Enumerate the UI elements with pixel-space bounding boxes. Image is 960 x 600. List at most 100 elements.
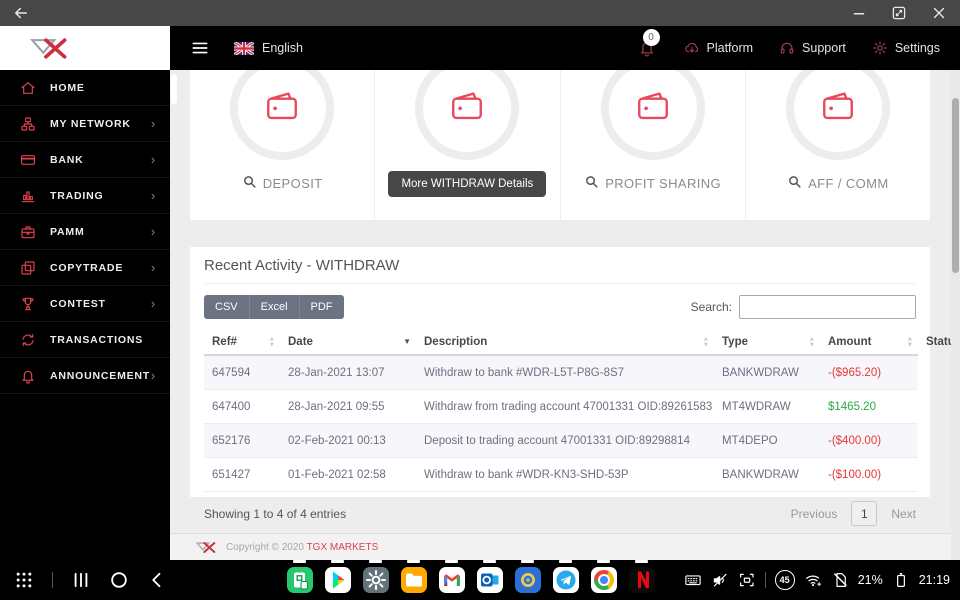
sidebar-scrollbar-thumb[interactable] <box>171 74 177 104</box>
clock[interactable]: 21:19 <box>919 573 950 587</box>
nav-label: Support <box>802 41 846 55</box>
sidebar-item-trading[interactable]: TRADING › <box>0 178 170 214</box>
sync-icon <box>20 332 36 348</box>
back-button-icon[interactable] <box>147 570 167 590</box>
current-page-button[interactable]: 1 <box>851 501 878 526</box>
sidebar-item-label: TRANSACTIONS <box>50 333 144 346</box>
taskbar-app-settings-app[interactable] <box>362 560 389 593</box>
notifications-bell-icon[interactable]: 0 <box>638 29 660 57</box>
window-titlebar <box>0 0 960 26</box>
wallet-card-aff-comm[interactable]: AFF / COMM <box>746 70 930 220</box>
sidebar-item-home[interactable]: HOME <box>0 70 170 106</box>
taskbar-app-my-files[interactable] <box>400 560 427 593</box>
apps-grid-icon[interactable] <box>14 570 34 590</box>
mute-vibrate-icon[interactable] <box>711 571 729 589</box>
uk-flag-icon <box>234 41 254 55</box>
table-row[interactable]: 647400 28-Jan-2021 09:55 Withdraw from tra… <box>204 389 918 424</box>
menu-toggle-icon[interactable] <box>190 38 210 58</box>
wallet-panel: DEPOSIT More WITHDRAW Details PROFIT SHARI… <box>190 70 930 220</box>
next-page-button[interactable]: Next <box>891 507 916 521</box>
vertical-scrollbar[interactable] <box>951 70 960 560</box>
battery-icon[interactable] <box>892 571 910 589</box>
export-pdf-button[interactable]: PDF <box>299 295 344 319</box>
taskbar-app-gmail[interactable] <box>438 560 465 593</box>
wallet-card-label[interactable]: PROFIT SHARING <box>584 174 721 192</box>
my-files-icon <box>400 563 427 593</box>
wallet-card-withdraw[interactable]: More WITHDRAW Details <box>375 70 561 220</box>
sidebar-item-bank[interactable]: BANK › <box>0 142 170 178</box>
wallet-card-deposit[interactable]: DEPOSIT <box>190 70 376 220</box>
sidebar-item-pamm[interactable]: PAMM › <box>0 214 170 250</box>
taskbar-app-netflix[interactable] <box>628 560 655 593</box>
wifi-icon[interactable] <box>804 571 822 589</box>
taskbar-nav <box>14 560 167 600</box>
table-row[interactable]: 647594 28-Jan-2021 13:07 Withdraw to bank … <box>204 355 918 390</box>
copy-icon <box>20 260 36 276</box>
briefcase-icon <box>20 224 36 240</box>
trading-chart-icon <box>20 188 36 204</box>
column-header-description[interactable]: Description ▲ ▼ <box>416 330 714 356</box>
cell-type: MT4WDRAW <box>714 389 820 424</box>
nav-item-platform[interactable]: Platform <box>684 40 753 56</box>
taskbar-app-chrome[interactable] <box>590 560 617 593</box>
cell-description: Deposit to trading account 47001331 OID:… <box>416 423 714 458</box>
column-header-amount[interactable]: Amount ▲ ▼ <box>820 330 918 356</box>
magnifier-icon <box>584 174 599 192</box>
recent-apps-icon[interactable] <box>71 570 91 590</box>
wallet-card-label[interactable]: AFF / COMM <box>787 174 889 192</box>
cell-ref: 651427 <box>204 457 280 492</box>
home-icon <box>20 80 36 96</box>
sidebar-item-my-network[interactable]: MY NETWORK › <box>0 106 170 142</box>
battery-percent: 21% <box>857 573 883 587</box>
sidebar-item-copytrade[interactable]: COPYTRADE › <box>0 250 170 286</box>
table-row[interactable]: 652176 02-Feb-2021 00:13 Deposit to tradin… <box>204 423 918 458</box>
column-header-type[interactable]: Type ▲ ▼ <box>714 330 820 356</box>
taskbar-app-trading-app[interactable] <box>514 560 541 593</box>
headset-icon <box>779 40 795 56</box>
language-selector[interactable]: English <box>234 41 303 55</box>
chevron-right-icon: › <box>150 188 156 203</box>
restore-window-icon[interactable] <box>890 4 908 22</box>
gear-icon <box>872 40 888 56</box>
wallet-icon <box>445 87 489 130</box>
wallet-icon <box>260 87 304 130</box>
keyboard-icon[interactable] <box>684 571 702 589</box>
nav-item-settings[interactable]: Settings <box>872 40 940 56</box>
taskbar-app-outlook[interactable] <box>476 560 503 593</box>
export-excel-button[interactable]: Excel <box>249 295 300 319</box>
no-sim-icon <box>831 571 849 589</box>
column-header-ref[interactable]: Ref# ▲ ▼ <box>204 330 280 356</box>
taskbar-app-smart-switch[interactable] <box>286 560 313 593</box>
cell-date: 01-Feb-2021 02:58 <box>280 457 416 492</box>
device-battery-badge[interactable]: 45 <box>774 570 795 590</box>
sidebar-item-label: COPYTRADE <box>50 261 124 274</box>
wallet-card-profit-sharing[interactable]: PROFIT SHARING <box>561 70 746 220</box>
column-header-date[interactable]: Date ▼ <box>280 330 416 356</box>
cell-ref: 647400 <box>204 389 280 424</box>
back-icon[interactable] <box>12 4 30 22</box>
cell-description: Withdraw to bank #WDR-KN3-SHD-53P <box>416 457 714 492</box>
cell-description: Withdraw to bank #WDR-L5T-P8G-8S7 <box>416 355 714 390</box>
screen-capture-icon[interactable] <box>738 571 756 589</box>
trophy-icon <box>20 296 36 312</box>
previous-page-button[interactable]: Previous <box>791 507 838 521</box>
chevron-right-icon: › <box>150 152 156 167</box>
table-row[interactable]: 651427 01-Feb-2021 02:58 Withdraw to bank … <box>204 457 918 492</box>
home-button-icon[interactable] <box>109 570 129 590</box>
sidebar-item-contest[interactable]: CONTEST › <box>0 286 170 322</box>
minimize-icon[interactable] <box>850 4 868 22</box>
sidebar-item-transactions[interactable]: TRANSACTIONS <box>0 322 170 358</box>
taskbar-app-telegram[interactable] <box>552 560 579 593</box>
sidebar-item-announcement[interactable]: ANNOUNCEMENT › <box>0 358 170 394</box>
withdraw-details-tooltip[interactable]: More WITHDRAW Details <box>388 171 547 197</box>
nav-item-support[interactable]: Support <box>779 40 846 56</box>
pagination: Previous 1 Next <box>791 501 916 526</box>
magnifier-icon <box>787 174 802 192</box>
close-icon[interactable] <box>930 4 948 22</box>
search-input[interactable] <box>739 295 916 319</box>
scrollbar-thumb[interactable] <box>952 98 959 273</box>
bank-card-icon <box>20 152 36 168</box>
export-csv-button[interactable]: CSV <box>204 295 250 319</box>
wallet-card-label[interactable]: DEPOSIT <box>242 174 323 192</box>
taskbar-app-play-store[interactable] <box>324 560 351 593</box>
